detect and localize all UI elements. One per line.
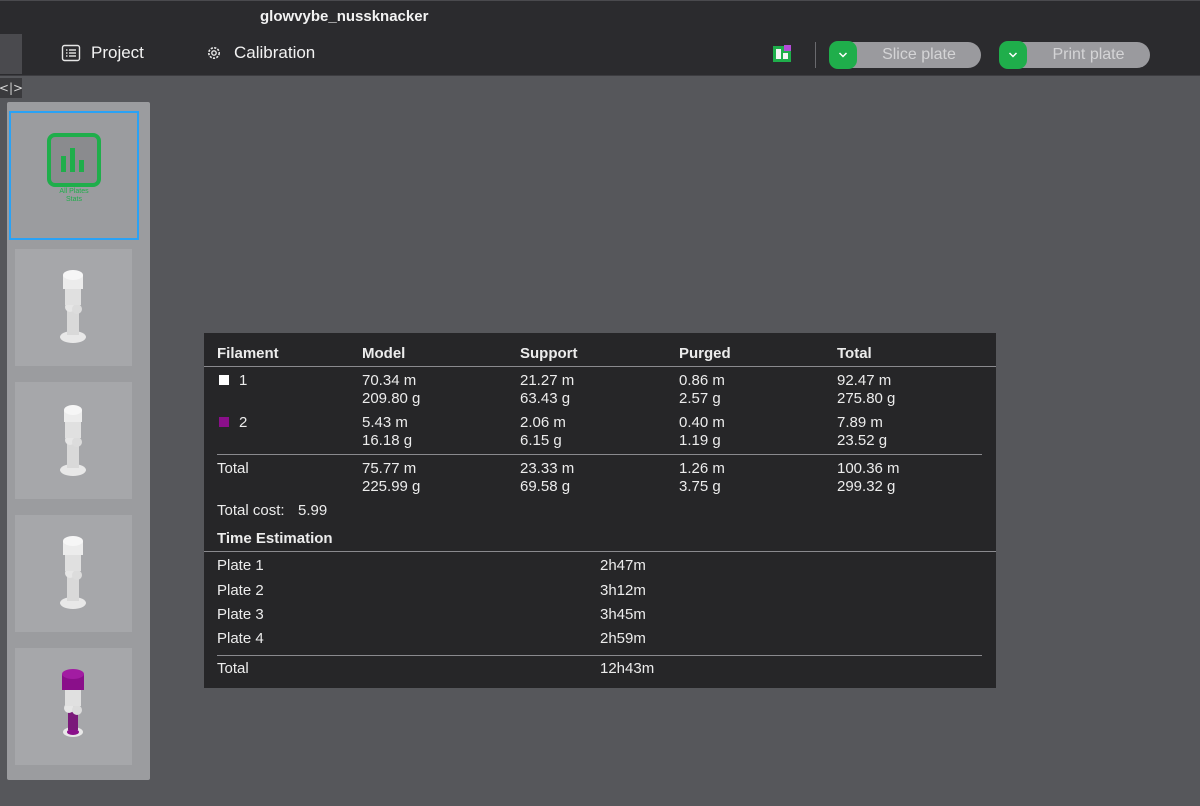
plate-thumbnail-3[interactable] [15, 515, 132, 632]
time-estimation-heading: Time Estimation [217, 530, 333, 547]
print-plate-control: Print plate [999, 41, 1150, 69]
gear-icon [204, 43, 224, 63]
col-header-filament: Filament [217, 345, 279, 362]
total-row-label: Total [217, 460, 249, 477]
main-toolbar: Project Calibration Slice plate Print pl… [0, 32, 1200, 76]
time-divider [204, 551, 996, 552]
project-tab-label: Project [91, 43, 144, 62]
all-plates-caption: All Plates Stats [59, 188, 89, 203]
total-cost-label: Total cost: [217, 502, 285, 519]
header-divider [204, 366, 996, 367]
slice-plate-button[interactable]: Slice plate [847, 42, 981, 68]
all-plates-stats-tile[interactable]: All Plates Stats [9, 111, 139, 240]
total-model: 75.77 m 225.99 g [362, 460, 421, 495]
model-preview-image [60, 536, 86, 609]
plate-time-label: Plate 3 [217, 606, 264, 623]
calibration-tab[interactable]: Calibration [204, 43, 315, 63]
filament-2-purged: 0.40 m 1.19 g [679, 414, 725, 449]
chevron-down-icon [838, 52, 848, 58]
total-total: 100.36 m 299.32 g [837, 460, 900, 495]
filament-id: 2 [239, 414, 248, 431]
print-dropdown-button[interactable] [999, 41, 1027, 69]
plate-time-label: Plate 2 [217, 582, 264, 599]
plate-thumbnail-2[interactable] [15, 382, 132, 499]
filament-2-total: 7.89 m 23.52 g [837, 414, 888, 449]
filament-color-swatch [219, 417, 229, 427]
sidebar-collapse-button[interactable]: <|> [0, 78, 23, 98]
total-cost-value: 5.99 [298, 502, 328, 519]
filament-color-swatch [219, 375, 229, 385]
window-title: glowvybe_nussknacker [260, 8, 429, 25]
calibration-tab-label: Calibration [234, 43, 316, 62]
col-header-model: Model [362, 345, 406, 362]
time-total-divider [217, 655, 982, 656]
print-plate-button[interactable]: Print plate [1017, 42, 1150, 68]
model-preview-image [60, 405, 86, 476]
time-total-label: Total [217, 660, 249, 677]
filament-1-purged: 0.86 m 2.57 g [679, 372, 725, 407]
plate-time-value: 3h12m [600, 582, 646, 599]
plate-time-value: 2h47m [600, 557, 646, 574]
filament-1-model: 70.34 m 209.80 g [362, 372, 421, 407]
total-purged: 1.26 m 3.75 g [679, 460, 725, 495]
project-tab[interactable]: Project [61, 43, 144, 63]
plate-time-value: 2h59m [600, 630, 646, 647]
col-header-support: Support [520, 345, 578, 362]
plate-time-label: Plate 1 [217, 557, 264, 574]
slice-plate-control: Slice plate [829, 41, 981, 69]
filament-1-support: 21.27 m 63.43 g [520, 372, 575, 407]
slice-stats-panel: Filament Model Support Purged Total 1 70… [204, 333, 996, 688]
list-icon [61, 43, 81, 63]
col-header-purged: Purged [679, 345, 731, 362]
plate-time-value: 3h45m [600, 606, 646, 623]
filament-id: 1 [239, 372, 248, 389]
slice-dropdown-button[interactable] [829, 41, 857, 69]
total-support: 23.33 m 69.58 g [520, 460, 575, 495]
total-divider [217, 454, 982, 455]
chevron-down-icon [1008, 52, 1018, 58]
toolbar-divider [815, 42, 816, 68]
plate-thumbnail-4[interactable] [15, 648, 132, 765]
plate-time-label: Plate 4 [217, 630, 264, 647]
col-header-total: Total [837, 345, 872, 362]
time-total-value: 12h43m [600, 660, 655, 677]
toolbar-left-handle[interactable] [0, 34, 22, 74]
bar-chart-icon [47, 133, 101, 187]
layout-toggle-icon[interactable] [772, 44, 792, 64]
model-preview-image [62, 669, 84, 737]
plate-thumbnail-1[interactable] [15, 249, 132, 366]
model-preview-image [60, 270, 86, 343]
filament-1-total: 92.47 m 275.80 g [837, 372, 896, 407]
title-bar: glowvybe_nussknacker [0, 0, 1200, 32]
filament-2-support: 2.06 m 6.15 g [520, 414, 566, 449]
filament-2-model: 5.43 m 16.18 g [362, 414, 413, 449]
